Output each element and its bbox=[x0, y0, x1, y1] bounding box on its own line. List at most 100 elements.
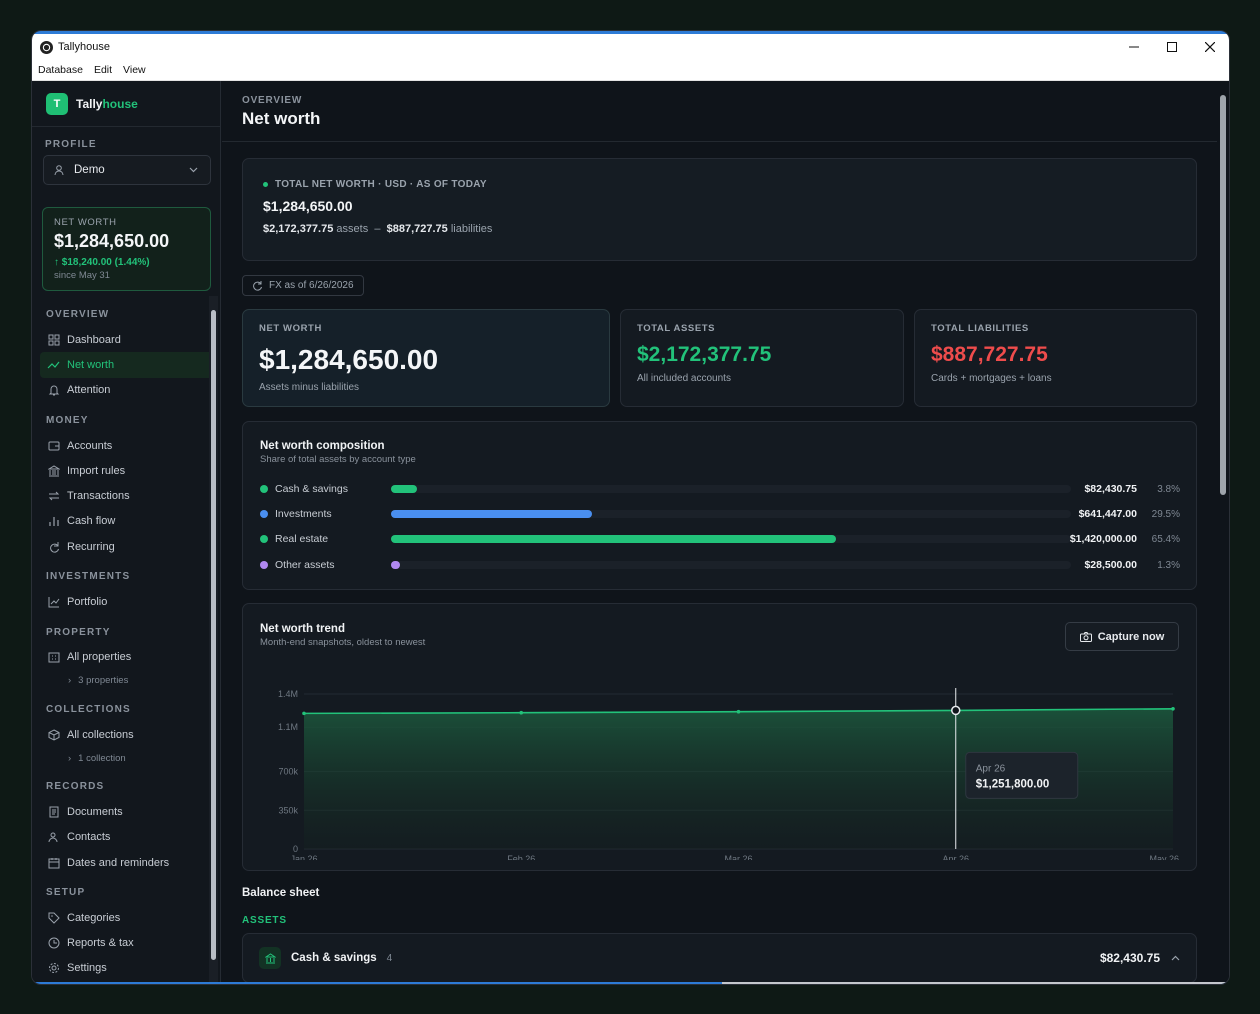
composition-row-amount: $28,500.00 bbox=[1084, 559, 1137, 571]
sidebar-nav: OVERVIEW Dashboard Net worth Attention M… bbox=[32, 297, 221, 981]
main-scrollbar[interactable] bbox=[1217, 81, 1229, 984]
composition-bar bbox=[391, 535, 836, 543]
page-title: Net worth bbox=[242, 109, 321, 128]
clock-icon bbox=[47, 937, 60, 950]
composition-row-pct: 65.4% bbox=[1151, 533, 1180, 545]
menu-view[interactable]: View bbox=[123, 64, 146, 76]
sidebar-item-import-rules[interactable]: Import rules bbox=[32, 458, 221, 483]
sidebar-networth-card[interactable]: NET WORTH $1,284,650.00 ↑ $18,240.00 (1.… bbox=[42, 207, 211, 291]
grid-icon bbox=[47, 333, 60, 346]
trend-chart[interactable]: 0 350k 700k 1.1M 1.4M Jan 26 Feb 26 Mar 26 Apr 2… bbox=[243, 660, 1196, 860]
user-icon bbox=[54, 164, 66, 176]
line-chart-icon bbox=[47, 596, 60, 609]
stat-label: TOTAL LIABILITIES bbox=[931, 323, 1029, 334]
chevron-up-icon[interactable] bbox=[1171, 953, 1180, 964]
close-button[interactable] bbox=[1191, 34, 1229, 60]
sidebar-item-contacts[interactable]: Contacts bbox=[32, 825, 221, 850]
chevron-right-icon: › bbox=[68, 675, 72, 687]
calendar-icon bbox=[47, 856, 60, 869]
sidebar-item-documents[interactable]: Documents bbox=[32, 799, 221, 824]
sidebar-item-all-collections[interactable]: All collections bbox=[32, 722, 221, 747]
composition-row: Other assets $28,500.00 1.3% bbox=[260, 558, 1180, 572]
app-icon bbox=[40, 40, 53, 54]
tooltip-label: Apr 26 bbox=[976, 763, 1006, 774]
status-dot-icon bbox=[263, 182, 268, 187]
menu-database[interactable]: Database bbox=[38, 64, 83, 76]
stat-label: NET WORTH bbox=[259, 323, 322, 334]
balance-row-name: Cash & savings bbox=[291, 952, 377, 964]
sidebar-item-settings[interactable]: Settings bbox=[32, 956, 221, 981]
sidebar-networth-label: NET WORTH bbox=[54, 217, 117, 228]
highlight-point bbox=[951, 705, 961, 716]
composition-row-amount: $641,447.00 bbox=[1078, 508, 1137, 520]
nav-section-collections: COLLECTIONS bbox=[46, 703, 131, 715]
composition-bar-track bbox=[391, 485, 1071, 493]
sidebar-item-attention[interactable]: Attention bbox=[32, 378, 221, 403]
horizontal-scrollbar[interactable] bbox=[32, 982, 1229, 984]
building-icon bbox=[47, 651, 60, 664]
maximize-button[interactable] bbox=[1153, 34, 1191, 60]
x-tick-label: Jan 26 bbox=[290, 854, 317, 860]
profile-label: PROFILE bbox=[45, 139, 97, 150]
composition-subtitle: Share of total assets by account type bbox=[260, 454, 416, 465]
sidebar-networth-value: $1,284,650.00 bbox=[54, 231, 170, 251]
sidebar-item-all-properties[interactable]: All properties bbox=[32, 645, 221, 670]
tooltip-box bbox=[965, 751, 1079, 799]
sidebar-item-recurring[interactable]: Recurring bbox=[32, 534, 221, 559]
nav-section-records: RECORDS bbox=[46, 781, 105, 793]
sidebar-networth-since: since May 31 bbox=[54, 270, 110, 281]
y-tick-label: 700k bbox=[278, 767, 298, 777]
hero-caption: TOTAL NET WORTH · USD · AS OF TODAY bbox=[263, 179, 1176, 190]
sidebar-item-reports-tax[interactable]: Reports & tax bbox=[32, 930, 221, 955]
legend-dot bbox=[260, 561, 268, 569]
document-icon bbox=[47, 805, 60, 818]
brand-logo: T bbox=[46, 92, 68, 115]
minimize-button[interactable] bbox=[1115, 34, 1153, 60]
stat-value: $2,172,377.75 bbox=[637, 343, 772, 366]
stat-value: $1,284,650.00 bbox=[259, 344, 439, 375]
bar-chart-icon bbox=[47, 515, 60, 528]
title-bar: Tallyhouse bbox=[32, 34, 1229, 60]
profile-select[interactable]: Demo bbox=[43, 155, 211, 185]
stat-label: TOTAL ASSETS bbox=[637, 323, 716, 334]
composition-bar-track bbox=[391, 510, 1071, 518]
sidebar-sub-properties[interactable]: › 3 properties bbox=[32, 670, 221, 692]
sidebar-item-transactions[interactable]: Transactions bbox=[32, 483, 221, 508]
composition-row-name: Investments bbox=[275, 508, 332, 520]
sidebar-item-net-worth[interactable]: Net worth bbox=[40, 352, 213, 378]
tag-icon bbox=[47, 911, 60, 924]
sidebar-item-categories[interactable]: Categories bbox=[32, 905, 221, 930]
stat-card-net-worth: NET WORTH $1,284,650.00 Assets minus lia… bbox=[242, 309, 610, 407]
sidebar-item-portfolio[interactable]: Portfolio bbox=[32, 589, 221, 614]
sidebar-item-cash-flow[interactable]: Cash flow bbox=[32, 509, 221, 534]
balance-row-cash-savings[interactable]: Cash & savings 4 $82,430.75 bbox=[242, 933, 1197, 983]
chevron-down-icon bbox=[189, 167, 198, 173]
composition-bar bbox=[391, 510, 592, 518]
composition-row-pct: 29.5% bbox=[1151, 508, 1180, 520]
fx-badge[interactable]: FX as of 6/26/2026 bbox=[242, 275, 364, 296]
x-tick-label: Apr 26 bbox=[942, 854, 969, 860]
composition-row-pct: 1.3% bbox=[1157, 559, 1180, 571]
stat-card-total-liabilities: TOTAL LIABILITIES $887,727.75 Cards + mo… bbox=[914, 309, 1197, 407]
trend-subtitle: Month-end snapshots, oldest to newest bbox=[260, 637, 426, 648]
sidebar-item-dates-reminders[interactable]: Dates and reminders bbox=[32, 850, 221, 875]
tooltip-value: $1,251,800.00 bbox=[976, 778, 1050, 790]
capture-now-button[interactable]: Capture now bbox=[1065, 622, 1179, 651]
bank-icon bbox=[47, 464, 60, 477]
sidebar-item-dashboard[interactable]: Dashboard bbox=[32, 327, 221, 352]
composition-row: Investments $641,447.00 29.5% bbox=[260, 507, 1180, 521]
data-point bbox=[302, 711, 306, 716]
nav-section-overview: OVERVIEW bbox=[46, 309, 110, 320]
sidebar-sub-collections[interactable]: › 1 collection bbox=[32, 747, 221, 769]
brand[interactable]: T Tallyhouse bbox=[32, 81, 220, 127]
menu-bar: Database Edit View bbox=[32, 60, 1229, 81]
app-window: Tallyhouse Database Edit View T Tallyhou… bbox=[31, 30, 1230, 985]
composition-row: Real estate $1,420,000.00 65.4% bbox=[260, 532, 1180, 546]
chevron-right-icon: › bbox=[68, 752, 72, 764]
nav-section-setup: SETUP bbox=[46, 887, 86, 899]
balance-row-count: 4 bbox=[386, 952, 393, 964]
sidebar-item-accounts[interactable]: Accounts bbox=[32, 433, 221, 458]
composition-row-name: Real estate bbox=[275, 533, 329, 545]
sidebar-scrollbar[interactable] bbox=[209, 296, 218, 984]
menu-edit[interactable]: Edit bbox=[94, 64, 112, 76]
